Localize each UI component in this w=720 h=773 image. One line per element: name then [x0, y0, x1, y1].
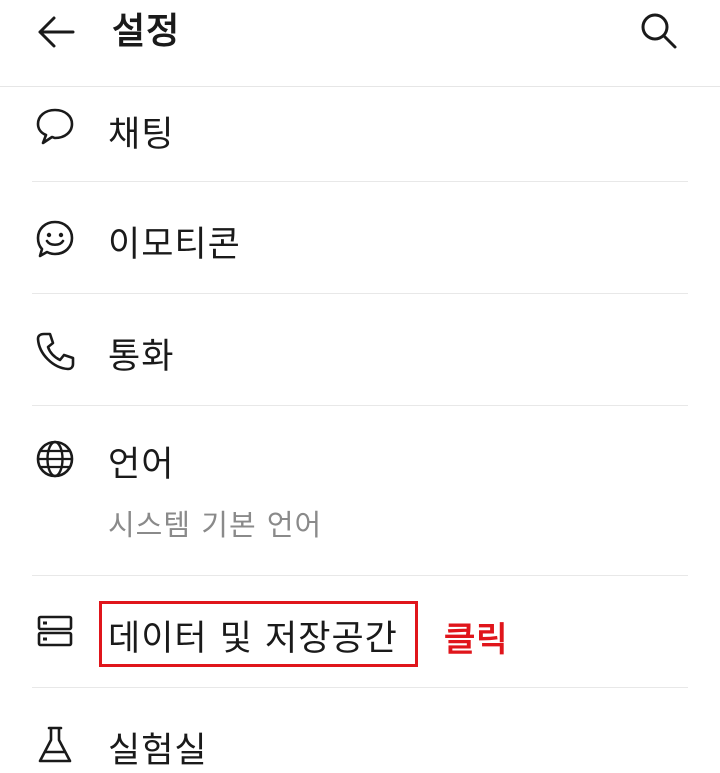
settings-item-label: 이모티콘 [108, 225, 241, 265]
settings-item-label: 언어 [108, 445, 175, 485]
settings-item-call[interactable]: 통화 [0, 294, 720, 406]
phone-icon [32, 328, 78, 374]
settings-item-chat[interactable]: 채팅 [0, 86, 720, 182]
settings-item-label: 채팅 [108, 115, 175, 155]
flask-icon [32, 722, 78, 768]
settings-item-label: 통화 [108, 337, 175, 377]
click-annotation: 클릭 [444, 620, 509, 660]
settings-item-lab[interactable]: 실험실 [0, 688, 720, 771]
back-button[interactable] [30, 8, 82, 56]
settings-item-label: 실험실 [108, 731, 208, 771]
globe-icon [32, 436, 78, 482]
settings-item-language[interactable]: 언어 시스템 기본 언어 [0, 406, 720, 576]
chat-bubble-icon [32, 103, 78, 149]
app-header: 설정 [0, 0, 720, 87]
search-icon [639, 11, 679, 51]
click-highlight-box [99, 601, 418, 667]
arrow-left-icon [36, 15, 76, 49]
settings-item-sublabel: 시스템 기본 언어 [108, 508, 323, 542]
storage-icon [32, 608, 78, 654]
search-button[interactable] [632, 6, 686, 56]
page-title: 설정 [112, 11, 181, 52]
smiley-icon [32, 216, 78, 262]
settings-item-emoticon[interactable]: 이모티콘 [0, 182, 720, 294]
